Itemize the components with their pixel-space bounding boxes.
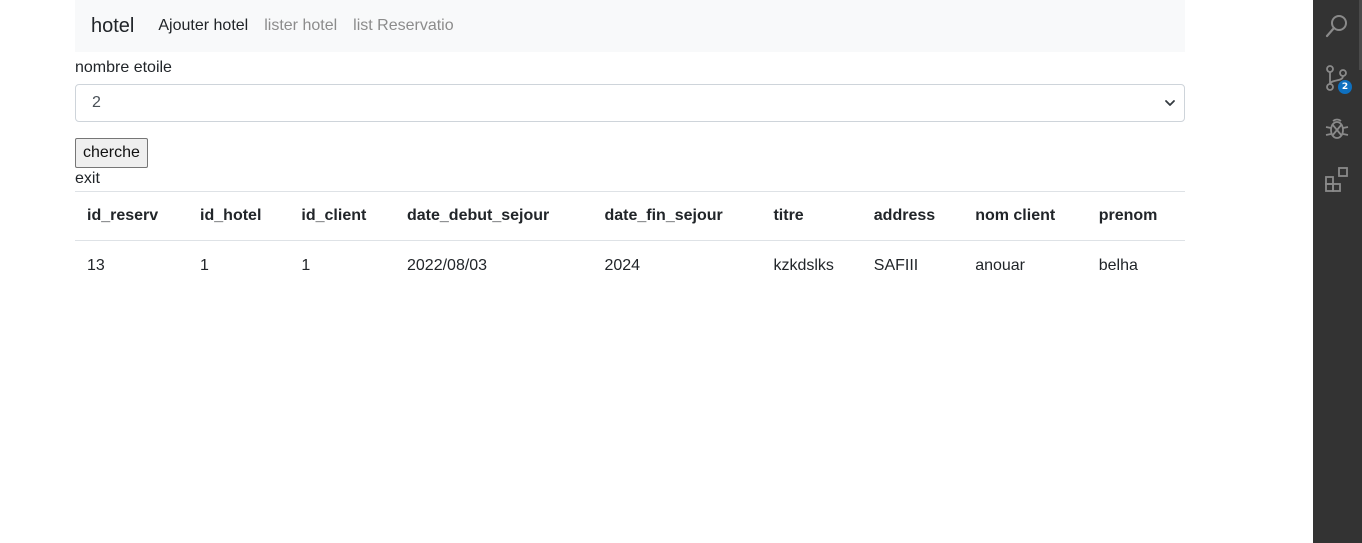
col-header: id_reserv: [75, 191, 189, 241]
page: hotel Ajouter hotel lister hotel list Re…: [0, 0, 1362, 543]
col-header: prenom: [1086, 191, 1185, 241]
col-header: titre: [761, 191, 862, 241]
table-cell: belha: [1098, 257, 1138, 274]
table-cell: kzkdslks: [773, 257, 834, 274]
extensions-icon[interactable]: [1323, 165, 1351, 193]
activity-bar: 2: [1313, 0, 1362, 543]
col-header: id_hotel: [188, 191, 290, 241]
nav-link-list-reservation[interactable]: list Reservatio: [353, 17, 453, 35]
table-cell: 1: [200, 257, 209, 274]
search-icon[interactable]: [1323, 12, 1351, 40]
search-button[interactable]: cherche: [75, 138, 148, 168]
table-header-row: id_reserv id_hotel id_client date_debut_…: [75, 191, 1185, 241]
col-header: nom client: [963, 191, 1087, 241]
stars-select[interactable]: 2: [75, 84, 1185, 122]
table-cell: 13: [87, 257, 105, 274]
table-cell: 1: [301, 257, 311, 274]
table-row: 13 1 1 2022/08/03 2024 kzkdslks SAFIII a…: [75, 241, 1185, 292]
navbar-brand[interactable]: hotel: [91, 16, 134, 36]
navbar: hotel Ajouter hotel lister hotel list Re…: [75, 0, 1185, 52]
table-cell: SAFIII: [873, 257, 919, 274]
table-cell: 2022/08/03: [407, 257, 488, 274]
stars-label: nombre etoile: [75, 59, 172, 76]
stars-select-value: 2: [92, 94, 101, 111]
main-content: hotel Ajouter hotel lister hotel list Re…: [75, 0, 1185, 291]
col-header: date_fin_sejour: [592, 191, 762, 241]
col-header: address: [861, 191, 964, 241]
nav-link-lister-hotel[interactable]: lister hotel: [264, 17, 337, 35]
nav-link-ajouter-hotel[interactable]: Ajouter hotel: [158, 17, 248, 35]
table-cell: 2024: [604, 257, 641, 274]
debug-icon[interactable]: [1323, 115, 1351, 143]
table-cell: anouar: [975, 257, 1026, 274]
exit-link[interactable]: exit: [75, 169, 1185, 187]
col-header: id_client: [289, 191, 395, 241]
reservations-table: id_reserv id_hotel id_client date_debut_…: [75, 191, 1185, 291]
chevron-down-icon: [1165, 100, 1175, 106]
col-header: date_debut_sejour: [395, 191, 593, 241]
source-control-badge: 2: [1338, 80, 1352, 94]
